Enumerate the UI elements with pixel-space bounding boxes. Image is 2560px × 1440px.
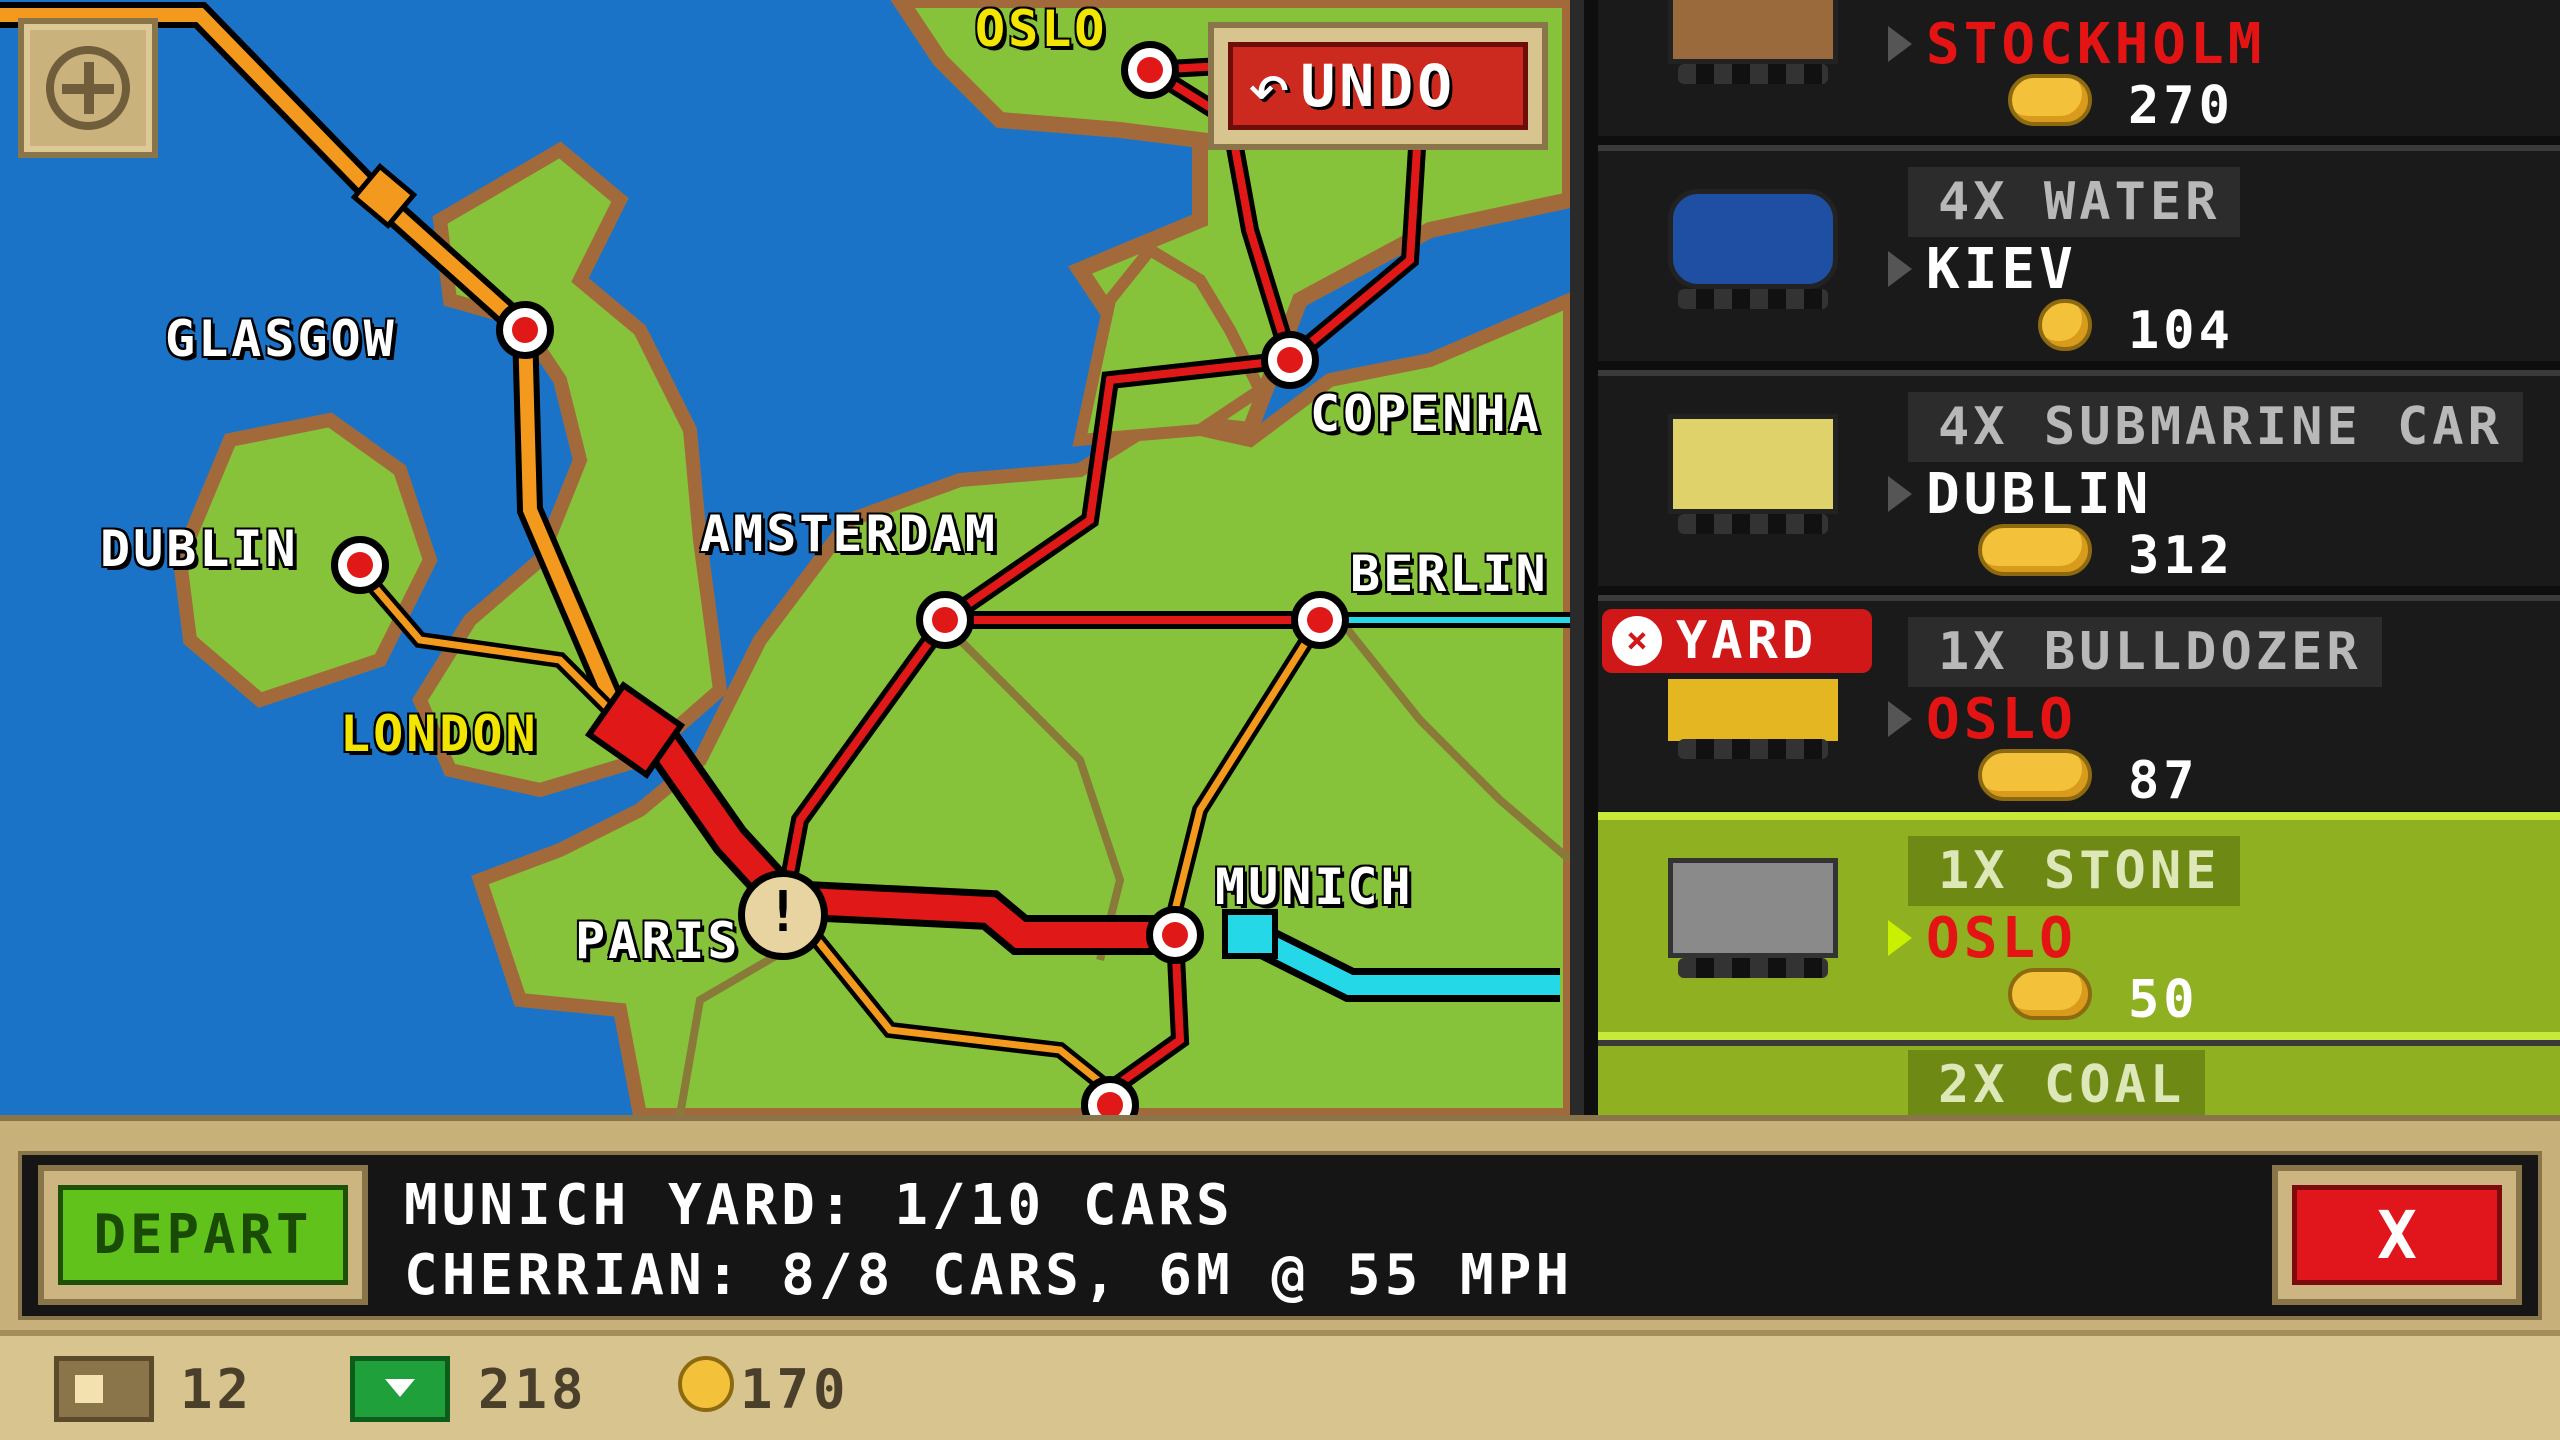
wheels-icon: [1678, 289, 1828, 309]
stone-car-icon: [1668, 858, 1838, 958]
station-berlin[interactable]: [1291, 591, 1349, 649]
station-paris-alert-icon[interactable]: !: [738, 870, 828, 960]
wheels-icon: [1678, 739, 1828, 759]
items-count: 12: [180, 1358, 254, 1421]
city-label-amsterdam: AMSTERDAM: [700, 505, 998, 563]
yard-status-text: MUNICH YARD: 1/10 CARS: [404, 1173, 1234, 1238]
city-label-oslo: OSLO: [975, 0, 1108, 58]
train-info-bar: DEPART MUNICH YARD: 1/10 CARS CHERRIAN: …: [0, 1115, 2560, 1330]
cargo-quantity: 2X COAL: [1908, 1050, 2206, 1120]
cargo-item-selected[interactable]: 1X STONE OSLO 50: [1598, 812, 2560, 1040]
city-label-copenhagen: COPENHA: [1310, 385, 1542, 443]
cargo-quantity: 1X BULLDOZER: [1908, 617, 2382, 687]
crate-icon: [54, 1356, 154, 1422]
cargo-list[interactable]: STOCKHOLM 270 4X WATER KIEV 104 4X SUBMA…: [1570, 0, 2560, 1126]
cargo-quantity: 4X SUBMARINE CAR: [1908, 392, 2523, 462]
cargo-destination: OSLO: [1926, 906, 2077, 971]
zoom-in-button[interactable]: [18, 18, 158, 158]
undo-button[interactable]: ↶ UNDO: [1208, 22, 1548, 150]
cargo-price: 50: [2128, 970, 2199, 1030]
cargo-item[interactable]: 4X SUBMARINE CAR DUBLIN 312: [1598, 370, 2560, 586]
rail-map[interactable]: ! OSLO GLASGOW DUBLIN AMSTERDAM BERLIN C…: [0, 0, 1570, 1115]
undo-label: UNDO: [1300, 52, 1457, 120]
station-dublin[interactable]: [331, 536, 389, 594]
arrow-right-icon: [1888, 26, 1912, 62]
cash-count: 218: [478, 1358, 588, 1421]
bulldozer-icon: [1668, 679, 1838, 741]
city-label-berlin: BERLIN: [1350, 545, 1549, 603]
arrow-right-icon: [1888, 920, 1912, 956]
cargo-item[interactable]: STOCKHOLM 270: [1598, 0, 2560, 136]
cargo-quantity: 4X WATER: [1908, 167, 2241, 237]
depart-button[interactable]: DEPART: [38, 1165, 368, 1305]
arrow-right-icon: [1888, 701, 1912, 737]
city-label-dublin: DUBLIN: [100, 520, 299, 578]
depart-label: DEPART: [93, 1203, 313, 1266]
station-munich[interactable]: [1146, 906, 1204, 964]
wheels-icon: [1678, 514, 1828, 534]
cargo-destination: OSLO: [1926, 687, 2077, 752]
coin-icon: [678, 1356, 734, 1412]
wheels-icon: [1678, 64, 1828, 84]
close-button[interactable]: X: [2272, 1165, 2522, 1305]
cash-icon: [350, 1356, 450, 1422]
close-icon: ×: [1612, 616, 1662, 666]
station-copenhagen[interactable]: [1261, 331, 1319, 389]
city-label-munich: MUNICH: [1215, 858, 1414, 916]
station-oslo[interactable]: [1121, 41, 1179, 99]
city-label-paris: PARIS: [575, 912, 741, 970]
cargo-item[interactable]: × YARD 1X BULLDOZER OSLO 87: [1598, 595, 2560, 811]
coin-count: 170: [740, 1358, 850, 1421]
cargo-destination: DUBLIN: [1926, 462, 2153, 527]
coin-icon: [2008, 968, 2092, 1020]
coin-stack-icon: [1978, 524, 2092, 576]
water-tanker-icon: [1668, 189, 1838, 289]
boxcar-icon: [1668, 0, 1838, 64]
city-label-glasgow: GLASGOW: [165, 310, 397, 368]
train-status-text: CHERRIAN: 8/8 CARS, 6M @ 55 MPH: [404, 1243, 1574, 1308]
plus-icon: [46, 46, 130, 130]
cargo-price: 270: [2128, 76, 2234, 136]
cargo-price: 104: [2128, 301, 2234, 361]
wheels-icon: [1678, 958, 1828, 978]
arrow-right-icon: [1888, 476, 1912, 512]
station-amsterdam[interactable]: [916, 591, 974, 649]
coin-stack-icon: [1978, 749, 2092, 801]
city-label-london: LONDON: [340, 705, 539, 763]
cargo-item[interactable]: 4X WATER KIEV 104: [1598, 145, 2560, 361]
yard-badge[interactable]: × YARD: [1602, 609, 1872, 673]
resource-bar: 12 218 170: [0, 1330, 2560, 1440]
cargo-quantity: 1X STONE: [1908, 836, 2241, 906]
coin-icon: [2038, 299, 2092, 351]
undo-arrow-icon: ↶: [1247, 44, 1291, 128]
cargo-price: 87: [2128, 751, 2199, 811]
coin-icon: [2008, 74, 2092, 126]
cargo-price: 312: [2128, 526, 2234, 586]
submarine-car-icon: [1668, 414, 1838, 514]
cargo-item[interactable]: 2X COAL: [1598, 1040, 2560, 1126]
yard-badge-label: YARD: [1676, 611, 1818, 671]
train-icon: [1222, 909, 1278, 959]
station-glasgow[interactable]: [496, 301, 554, 359]
cargo-destination: STOCKHOLM: [1926, 12, 2266, 77]
arrow-right-icon: [1888, 251, 1912, 287]
cargo-destination: KIEV: [1926, 237, 2077, 302]
close-icon: X: [2377, 1197, 2417, 1274]
